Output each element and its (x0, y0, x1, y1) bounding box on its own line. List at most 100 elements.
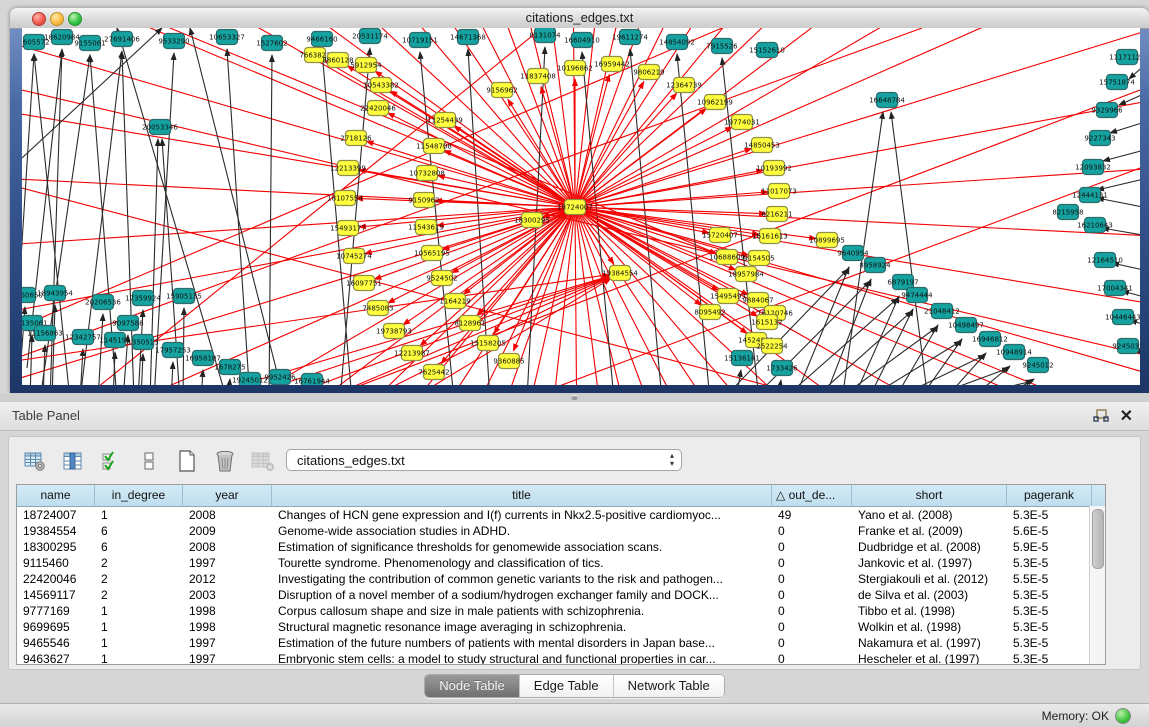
network-node[interactable]: 9466160 (306, 32, 337, 47)
network-node[interactable]: 11837408 (520, 69, 556, 84)
window-titlebar[interactable]: citations_edges.txt (10, 8, 1149, 29)
column-header-name[interactable]: name (17, 485, 95, 506)
network-node[interactable]: 8860128 (322, 53, 353, 68)
scrollbar-thumb[interactable] (1092, 509, 1104, 569)
network-node[interactable]: 9154505 (743, 251, 774, 266)
network-node[interactable]: 10719151 (402, 33, 438, 48)
column-header-title[interactable]: title (272, 485, 772, 506)
network-node[interactable]: 10899695 (809, 233, 845, 248)
network-node[interactable]: 12213987 (394, 346, 430, 361)
network-node[interactable]: 9156962 (486, 83, 517, 98)
network-node[interactable]: 11254439 (427, 113, 463, 128)
float-window-icon[interactable] (1093, 409, 1109, 423)
network-node[interactable]: 1678275 (214, 360, 245, 375)
column-header-in_degree[interactable]: in_degree (95, 485, 183, 506)
network-node[interactable]: 10745274 (336, 249, 372, 264)
network-node[interactable]: 20531174 (352, 29, 388, 44)
network-node[interactable]: 10196862 (557, 61, 593, 76)
network-node[interactable]: 14671368 (450, 30, 486, 45)
network-node[interactable]: 8216211 (761, 207, 792, 222)
network-node[interactable]: 16946812 (972, 332, 1008, 347)
network-node[interactable]: 7625442 (418, 365, 449, 380)
close-icon[interactable]: ✕ (1120, 406, 1133, 426)
network-node[interactable]: 9360885 (493, 354, 524, 369)
network-node[interactable]: 16097751 (346, 276, 382, 291)
network-node[interactable]: 9524502 (426, 271, 457, 286)
network-node[interactable]: 10948914 (996, 345, 1032, 360)
table-row[interactable]: 977716911998Corpus callosum shape and si… (17, 603, 1105, 619)
network-node[interactable]: 15158205 (470, 336, 506, 351)
table-settings-icon[interactable] (23, 449, 47, 473)
network-node[interactable]: 12444131 (1072, 188, 1108, 203)
toggle-rows-icon[interactable] (137, 449, 161, 473)
network-node[interactable]: 8131074 (529, 28, 561, 43)
network-node[interactable]: 19611274 (612, 30, 648, 45)
network-node[interactable]: 9329966 (1091, 103, 1123, 118)
network-node[interactable]: 16604910 (564, 33, 600, 48)
vertical-scrollbar[interactable] (1089, 506, 1105, 664)
network-node[interactable]: 7915526 (706, 39, 738, 54)
network-node[interactable]: 9640954 (837, 246, 869, 261)
network-node[interactable]: 8128961 (454, 316, 485, 331)
network-node[interactable]: 2522254 (756, 339, 788, 354)
attribute-table[interactable]: namein_degreeyeartitle△ out_de...shortpa… (16, 484, 1106, 665)
network-node[interactable]: 16210643 (1077, 218, 1113, 233)
tab-node-table[interactable]: Node Table (425, 675, 520, 697)
network-node[interactable]: 9533290 (158, 34, 189, 49)
network-node[interactable]: 10193992 (756, 161, 792, 176)
network-node[interactable]: 8215958 (1052, 205, 1083, 220)
network-node[interactable]: 17004341 (1097, 281, 1133, 296)
network-node[interactable]: 12164510 (1087, 253, 1123, 268)
table-row[interactable]: 946554611997Estimation of the future num… (17, 635, 1105, 651)
network-node[interactable]: 15751874 (1099, 75, 1135, 90)
delete-column-icon[interactable] (213, 449, 237, 473)
network-node[interactable]: 7485083 (362, 301, 393, 316)
network-node[interactable]: 9150962 (408, 193, 439, 208)
table-row[interactable]: 911546021997Tourette syndrome. Phenomeno… (17, 555, 1105, 571)
table-row[interactable]: 1456911722003Disruption of a novel membe… (17, 587, 1105, 603)
network-node[interactable]: 9952426 (264, 370, 296, 385)
network-node[interactable]: 14854092 (659, 35, 695, 50)
column-header-out_de[interactable]: △ out_de... (772, 485, 852, 506)
network-node[interactable]: 14850453 (744, 138, 780, 153)
network-node[interactable]: 9245012 (1022, 358, 1053, 373)
network-graph[interactable]: 2605572186209849155061276914069533290106… (22, 28, 1140, 385)
split-pane-divider[interactable] (0, 393, 1149, 402)
network-node[interactable]: 1615132 (751, 315, 782, 330)
network-node[interactable]: 27691406 (104, 32, 140, 47)
network-node[interactable]: 10498497 (948, 318, 984, 333)
network-node[interactable]: 11017073 (761, 184, 797, 199)
network-node[interactable]: 8095492 (694, 305, 725, 320)
table-row[interactable]: 1872400712008Changes of HCN gene express… (17, 507, 1105, 523)
network-node[interactable]: 9245032 (1112, 339, 1140, 354)
network-node[interactable]: 16648784 (869, 93, 905, 108)
network-canvas[interactable]: 2605572186209849155061276914069533290106… (22, 28, 1140, 385)
network-node[interactable]: 1733426 (766, 361, 798, 376)
table-row[interactable]: 1830029562008Estimation of significance … (17, 539, 1105, 555)
network-node[interactable]: 9097588 (112, 316, 143, 331)
table-row[interactable]: 969969511998Structural magnetic resonanc… (17, 619, 1105, 635)
network-node[interactable]: 10446443 (1105, 310, 1140, 325)
network-node[interactable]: 9806219 (633, 65, 664, 80)
divider-handle-icon[interactable] (571, 395, 578, 400)
table-row[interactable]: 946362711997Embryonic stem cells: a mode… (17, 651, 1105, 665)
column-header-year[interactable]: year (183, 485, 272, 506)
network-node[interactable]: 15152610 (749, 43, 785, 58)
network-node[interactable]: 9474444 (901, 288, 933, 303)
network-node[interactable]: 2718126 (340, 131, 372, 146)
network-node[interactable]: 11171120 (1109, 50, 1140, 65)
network-node[interactable]: 5912954 (350, 58, 382, 73)
row-selection-mode-icon[interactable] (99, 449, 123, 473)
network-node[interactable]: 12342757 (65, 330, 101, 345)
network-node[interactable]: 1527602 (256, 36, 287, 51)
network-node[interactable]: 1350515 (127, 335, 158, 350)
column-header-short[interactable]: short (852, 485, 1007, 506)
column-visibility-icon[interactable] (61, 449, 85, 473)
create-column-icon[interactable] (175, 449, 199, 473)
network-node[interactable]: 21048412 (924, 304, 960, 319)
network-node[interactable]: 1164219 (439, 294, 470, 309)
column-header-pagerank[interactable]: pagerank (1007, 485, 1092, 506)
table-row[interactable]: 1938455462009Genome-wide association stu… (17, 523, 1105, 539)
network-node[interactable]: 9227343 (1084, 131, 1115, 146)
table-selector-dropdown[interactable]: citations_edges.txt ▴▾ (286, 449, 682, 471)
